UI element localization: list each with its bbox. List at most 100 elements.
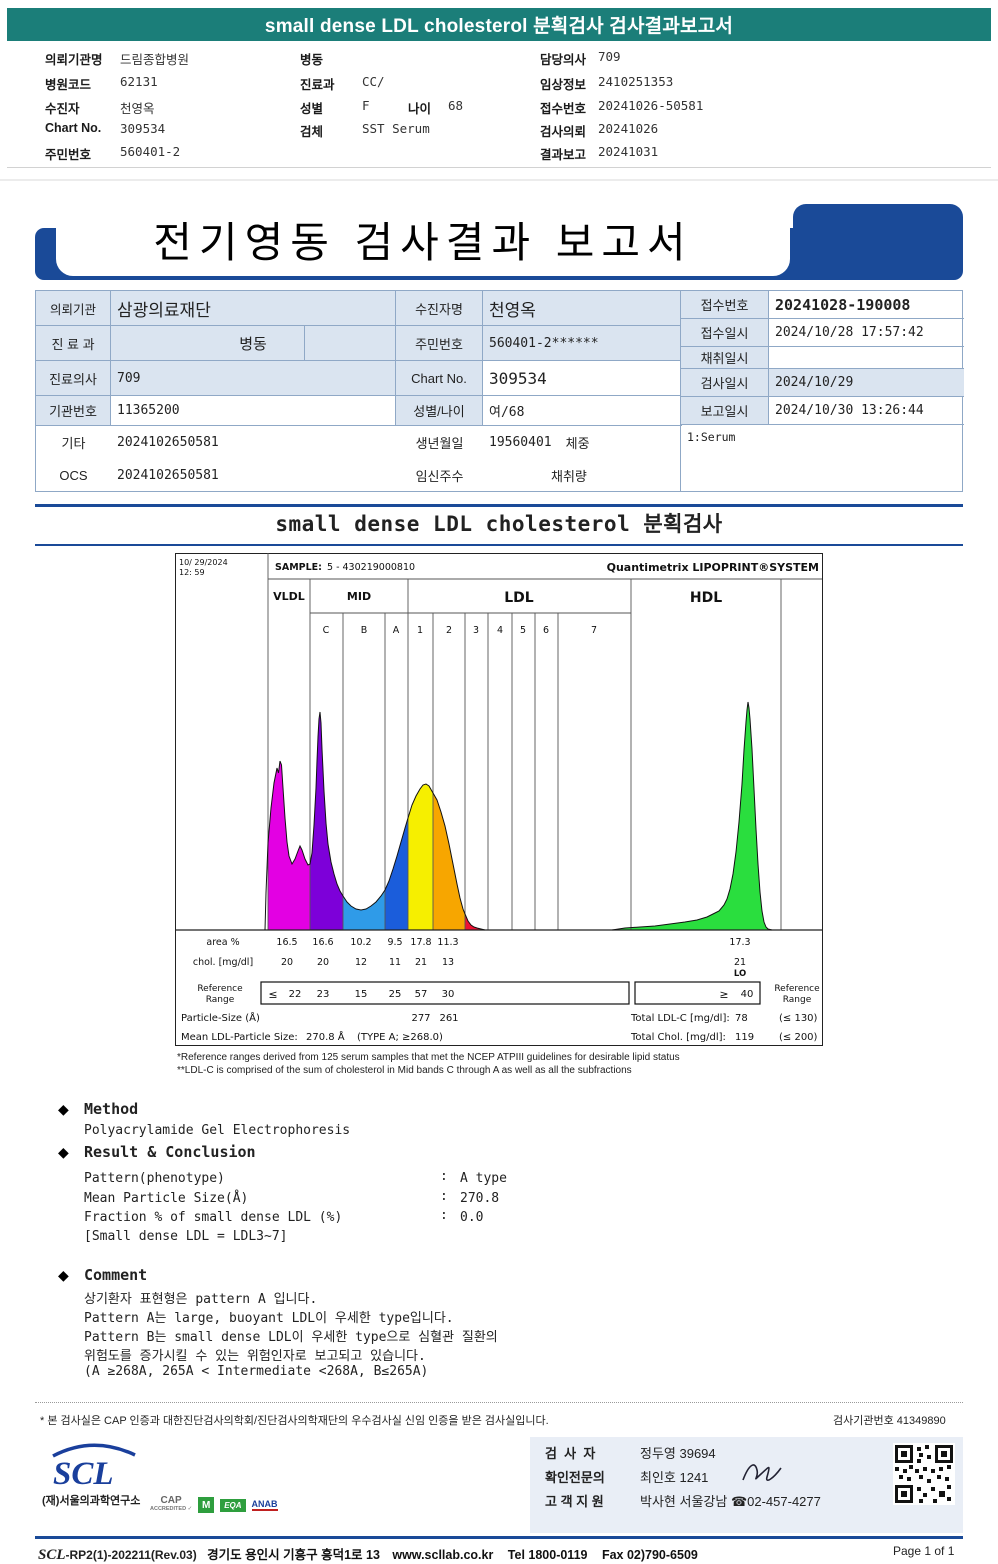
- result-item-label: Fraction % of small dense LDL (%): [84, 1210, 343, 1225]
- header-divider: [7, 167, 991, 168]
- ref-vldl: 22: [289, 989, 302, 1000]
- cell-label: 검사일시: [681, 369, 769, 397]
- area-ldl2: 11.3: [437, 937, 458, 948]
- lab-report-page: small dense LDL cholesterol 분획검사 검사결과보고서…: [0, 0, 998, 1564]
- kslm-logo: M: [198, 1497, 215, 1513]
- cell-label: 보고일시: [681, 397, 769, 425]
- reviewer-value: 최인호 1241: [640, 1470, 709, 1485]
- signature-scribble: [742, 1464, 782, 1481]
- mean-particle-type: (TYPE A; ≥268.0): [357, 1032, 443, 1043]
- section-hdl: HDL: [690, 590, 722, 606]
- cell-label: 진료의사: [36, 361, 111, 396]
- subband-a: A: [393, 625, 400, 636]
- field-label-age: 나이: [408, 102, 432, 116]
- ref-ldl1: 57: [415, 989, 428, 1000]
- footnote-2: **LDL-C is comprised of the sum of chole…: [177, 1065, 632, 1076]
- info-table-right: 접수번호 20241028-190008 접수일시 2024/10/28 17:…: [680, 290, 964, 492]
- cap-accredited-logo: CAP ACCREDITED ✓: [150, 1496, 192, 1514]
- certification-text: * 본 검사실은 CAP 인증과 대한진단검사의학회/진단검사의학재단의 우수검…: [40, 1415, 549, 1427]
- cell-label: 기타: [61, 436, 86, 451]
- cell-label: 주민번호: [396, 326, 483, 361]
- field-value-specimen: SST Serum: [362, 121, 430, 136]
- page-number: Page 1 of 1: [893, 1544, 955, 1558]
- field-label-order-date: 검사의뢰: [540, 125, 587, 139]
- serum-note: 1:Serum: [687, 430, 736, 444]
- cell-value: 2024102650581: [117, 467, 219, 483]
- chol-mid-c: 20: [317, 957, 329, 968]
- field-value-report-date: 20241031: [598, 144, 659, 159]
- report-title: small dense LDL cholesterol 분획검사 검사결과보고서: [264, 16, 734, 37]
- field-value-age: 68: [448, 98, 464, 113]
- qr-code: [893, 1443, 955, 1505]
- total-chol-label: Total Chol. [mg/dl]:: [630, 1032, 726, 1043]
- certification-org: 검사기관번호 41349890: [833, 1412, 946, 1428]
- cell-label: OCS: [59, 467, 88, 483]
- field-value-ordering-org: 드림종합병원: [120, 52, 190, 67]
- area-mid-c: 16.6: [312, 937, 333, 948]
- chol-mid-a: 11: [389, 957, 401, 968]
- method-heading: Method: [84, 1100, 139, 1118]
- cell-value: 천영옥: [483, 291, 682, 326]
- area-mid-b: 10.2: [350, 937, 371, 948]
- cell-value: 560401-2******: [483, 326, 682, 361]
- weight-label: 체중: [565, 436, 590, 451]
- cert-org-label: 검사기관번호: [833, 1415, 894, 1427]
- result-item-label: Pattern(phenotype): [84, 1171, 225, 1186]
- cell-label: 기관번호: [36, 396, 111, 426]
- total-chol-value: 119: [735, 1032, 754, 1043]
- info-table-left: 의뢰기관 삼광의료재단 수진자명 천영옥 진 료 과 병동 주민번호 56040…: [35, 290, 682, 492]
- cell-label: 성별/나이: [396, 396, 483, 426]
- cell-label: 수진자명: [396, 291, 483, 326]
- cell-value: 19560401 체중: [483, 426, 682, 459]
- ref-mid-c: 23: [317, 989, 330, 1000]
- cell-value: 2024102650581: [117, 435, 219, 450]
- total-ldl-value: 78: [735, 1013, 748, 1024]
- result-item-value: A type: [460, 1171, 507, 1186]
- support-label: 고 객 지 원: [545, 1494, 604, 1509]
- address-text: 경기도 용인시 기흥구 흥덕1로 13: [207, 1548, 380, 1562]
- chol-mid-b: 12: [355, 957, 367, 968]
- result-colon: :: [440, 1189, 448, 1204]
- cell-value: [769, 347, 964, 369]
- diamond-bullet-icon: ◆: [58, 1101, 69, 1117]
- instrument-brand: Quantimetrix LIPOPRINT®SYSTEM: [607, 561, 819, 574]
- field-value-accession-no: 20241026-50581: [598, 98, 704, 113]
- lipoprint-chart-svg: 10/ 29/2024 12: 59 SAMPLE: 5 - 430219000…: [175, 553, 823, 1046]
- cell-value: 2024/10/29: [769, 369, 964, 397]
- ref-ge-sign: ≥: [719, 988, 728, 1001]
- result-item-value: 270.8: [460, 1191, 500, 1206]
- field-label-doctor: 담당의사: [540, 53, 587, 67]
- field-value-hospital-code: 62131: [120, 74, 158, 89]
- reviewer-label: 확인전문의: [545, 1470, 605, 1485]
- result-note: [Small dense LDL = LDL3~7]: [84, 1229, 288, 1244]
- chol-ldl1: 21: [415, 957, 427, 968]
- cell-label: 생년월일: [415, 436, 464, 451]
- cell-value: 709: [111, 361, 396, 396]
- comment-line: 위험도를 증가시킬 수 있는 위험인자로 보고되고 있습니다.: [84, 1349, 426, 1364]
- chart-time: 12: 59: [179, 568, 205, 577]
- field-value-patient: 천영옥: [120, 101, 155, 116]
- cell-value: 20241028-190008: [769, 291, 964, 319]
- tel-text: Tel 1800-0119: [507, 1548, 588, 1562]
- eqa-logo: EQA: [220, 1498, 246, 1512]
- total-ldl-label: Total LDL-C [mg/dl]:: [630, 1013, 730, 1024]
- field-label-report-date: 결과보고: [540, 148, 587, 162]
- field-value-doctor: 709: [598, 49, 621, 64]
- section-mid: MID: [347, 590, 371, 603]
- result-colon: :: [440, 1208, 448, 1223]
- header-divider-light: [0, 179, 998, 181]
- section-rule-bottom: [35, 544, 963, 546]
- field-label-specimen: 검체: [300, 125, 324, 139]
- field-label-accession-no: 접수번호: [540, 102, 587, 116]
- scl-logo: SCL: [52, 1443, 136, 1489]
- ref-le-sign: ≤: [268, 988, 277, 1001]
- result-item-value: 0.0: [460, 1210, 484, 1225]
- result-heading: Result & Conclusion: [84, 1143, 256, 1161]
- ref-label-right-2: Range: [783, 995, 812, 1005]
- subband-3: 3: [473, 625, 479, 636]
- anab-logo: ANAB: [251, 1499, 278, 1511]
- mean-particle-value: 270.8 Å: [306, 1030, 345, 1043]
- subband-1: 1: [417, 625, 423, 636]
- cell-label: 의뢰기관: [36, 291, 111, 326]
- subband-7: 7: [591, 625, 597, 636]
